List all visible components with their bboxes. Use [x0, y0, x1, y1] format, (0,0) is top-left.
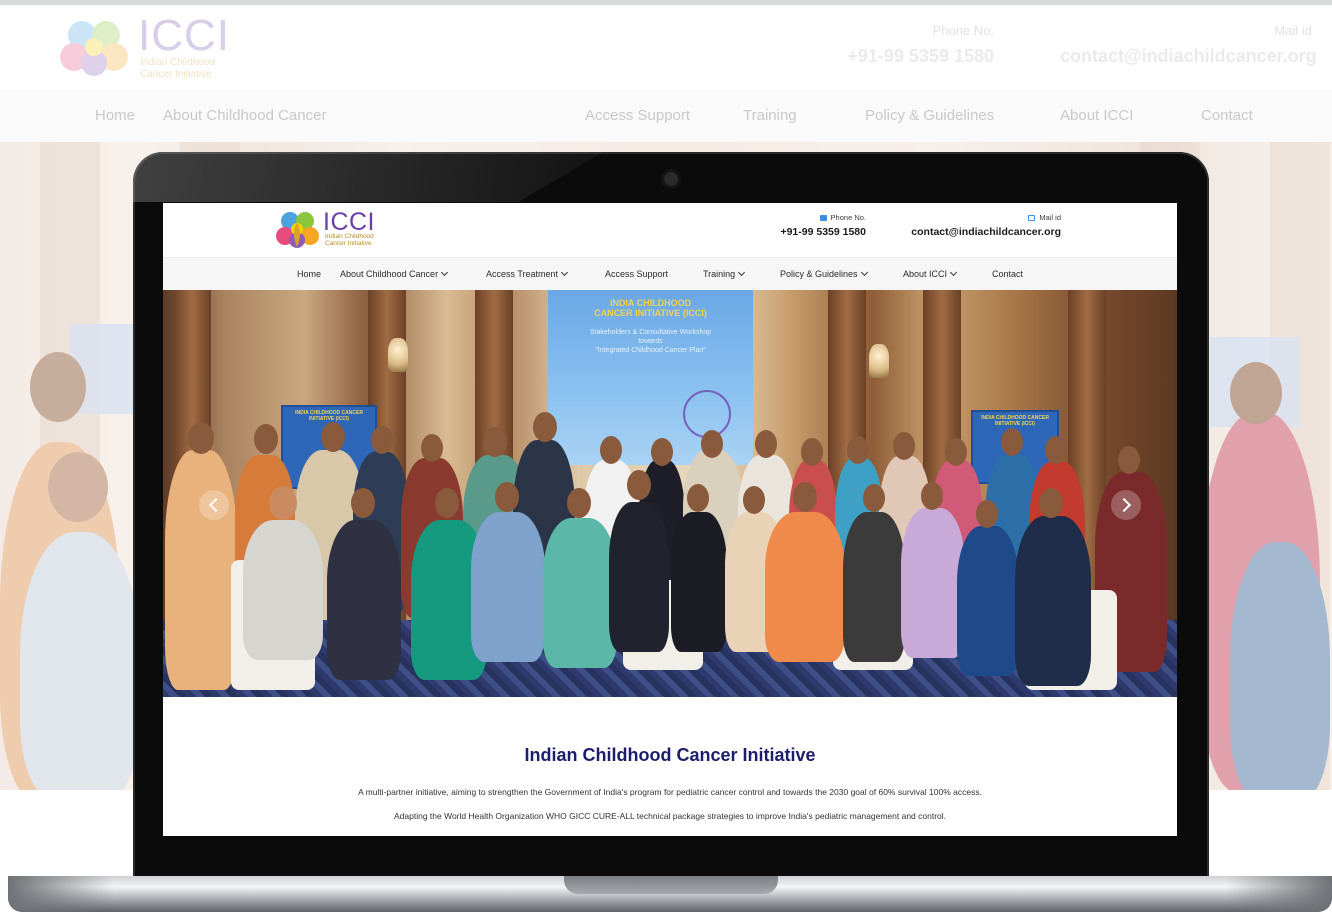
nav-access-treatment-label: Access Treatment — [486, 269, 559, 279]
nav-about-childhood-cancer[interactable]: About Childhood Cancer — [340, 268, 449, 279]
nav-access-support[interactable]: Access Support — [605, 269, 668, 279]
chevron-down-icon — [560, 268, 569, 277]
background-logo-subtitle-line2: Cancer Initiative — [140, 69, 212, 80]
projector-line1: INDIA CHILDHOOD — [609, 298, 692, 308]
hero-slider: INDIA CHILDHOOD CANCER INITIATIVE (ICCI) … — [163, 290, 1177, 697]
mail-contact: Mail id contact@indiachildcancer.org — [907, 213, 1061, 238]
phone-contact: Phone No. +91-99 5359 1580 — [766, 213, 866, 238]
chevron-down-icon — [860, 268, 868, 277]
background-nav-access-support: Access Support — [585, 107, 691, 124]
background-logo-name: ICCI — [138, 11, 230, 60]
slider-prev-arrow[interactable] — [199, 490, 229, 520]
camera-icon — [664, 172, 678, 186]
nav-home[interactable]: Home — [297, 269, 321, 279]
nav-access-treatment[interactable]: Access Treatment — [486, 268, 569, 279]
background-logo-subtitle: Indian Childhood Cancer Initiative — [140, 57, 215, 81]
laptop-screen: ICCI Indian Childhood Cancer Initiative … — [163, 203, 1177, 836]
phone-label: Phone No. — [766, 213, 866, 222]
background-phone-label: Phone No. — [932, 23, 994, 38]
mail-value[interactable]: contact@indiachildcancer.org — [907, 226, 1061, 238]
background-mail-value: contact@indiachildcancer.org — [1060, 46, 1317, 66]
laptop-hinge-notch — [564, 876, 778, 894]
background-nav-training: Training — [743, 107, 797, 124]
nav-policy-guidelines-label: Policy & Guidelines — [780, 269, 858, 279]
background-nav: Home About Childhood Cancer Access Suppo… — [0, 90, 1332, 142]
background-nav-home: Home — [95, 107, 136, 124]
laptop-frame: ICCI Indian Childhood Cancer Initiative … — [133, 152, 1209, 880]
mail-label-text: Mail id — [1039, 213, 1061, 222]
site-logo-subtitle: Indian Childhood Cancer Initiative — [325, 233, 374, 247]
background-mail: Mail id contact@indiachildcancer.org — [1060, 23, 1317, 67]
mail-label: Mail id — [907, 213, 1061, 222]
slider-next-arrow[interactable] — [1111, 490, 1141, 520]
nav-contact[interactable]: Contact — [992, 269, 1023, 279]
projector-line4: towards — [638, 338, 663, 345]
phone-label-text: Phone No. — [830, 213, 866, 222]
mail-icon — [1028, 215, 1036, 221]
logo-flower-icon — [60, 21, 128, 76]
nav-policy-guidelines[interactable]: Policy & Guidelines — [780, 268, 868, 279]
site-logo-subtitle-line2: Cancer Initiative — [325, 240, 372, 247]
nav-training-label: Training — [703, 269, 736, 279]
event-banner-right-text: INDIA CHILDHOOD CANCER INITIATIVE (ICCI) — [981, 415, 1049, 427]
phone-value[interactable]: +91-99 5359 1580 — [766, 226, 866, 238]
background-logo: ICCI Indian Childhood Cancer Initiative — [60, 11, 240, 85]
projector-line2: CANCER INITIATIVE (ICCI) — [594, 308, 707, 318]
chevron-down-icon — [738, 268, 746, 277]
event-banner-left-text: INDIA CHILDHOOD CANCER INITIATIVE (ICCI) — [295, 410, 363, 422]
background-nav-contact: Contact — [1201, 107, 1253, 124]
phone-icon — [819, 215, 827, 221]
nav-about-icci[interactable]: About ICCI — [903, 268, 958, 279]
background-nav-about-childhood-cancer: About Childhood Cancer — [163, 107, 327, 124]
nav-training[interactable]: Training — [703, 268, 746, 279]
background-header: ICCI Indian Childhood Cancer Initiative … — [0, 5, 1332, 90]
wall-lamp — [869, 344, 889, 378]
site-header: ICCI Indian Childhood Cancer Initiative … — [163, 203, 1177, 257]
projector-line5: "Integrated Childhood Cancer Plan" — [595, 347, 706, 354]
nav-about-icci-label: About ICCI — [903, 269, 948, 279]
background-nav-policy: Policy & Guidelines — [865, 107, 995, 124]
background-nav-about-icci: About ICCI — [1060, 107, 1134, 124]
logo-flower-icon — [276, 212, 319, 248]
chevron-down-icon — [441, 268, 449, 277]
site-logo-subtitle-line1: Indian Childhood — [325, 233, 374, 240]
background-phone: Phone No. +91-99 5359 1580 — [842, 23, 994, 67]
background-logo-subtitle-line1: Indian Childhood — [140, 57, 216, 68]
page-heading: Indian Childhood Cancer Initiative — [524, 745, 816, 765]
site-logo[interactable]: ICCI Indian Childhood Cancer Initiative — [276, 209, 396, 253]
background-mail-label: Mail id — [1274, 23, 1312, 38]
main-nav: Home About Childhood Cancer Access Treat… — [163, 257, 1177, 291]
intro-paragraph-1: A multi-partner initiative, aiming to st… — [358, 787, 982, 797]
intro-paragraph-2: Adapting the World Health Organization W… — [393, 811, 947, 821]
nav-about-childhood-cancer-label: About Childhood Cancer — [340, 269, 439, 279]
background-phone-value: +91-99 5359 1580 — [847, 46, 994, 66]
wall-lamp — [388, 338, 408, 372]
chevron-down-icon — [949, 268, 958, 277]
site-logo-name: ICCI — [323, 208, 375, 236]
projector-line3: Stakeholders & Consultative Workshop — [589, 329, 712, 336]
